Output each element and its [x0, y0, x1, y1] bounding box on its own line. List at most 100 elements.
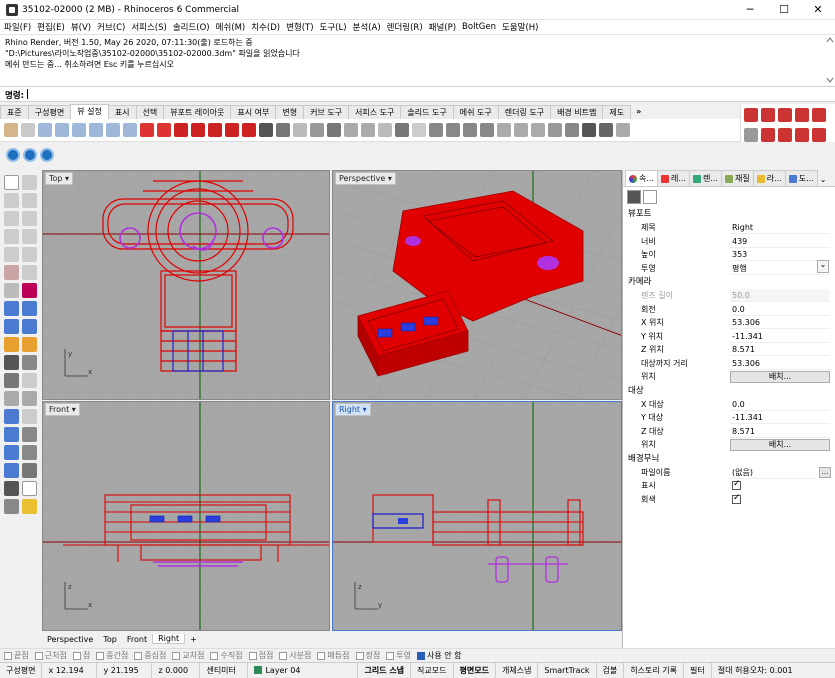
boolean-icon[interactable]: [4, 337, 19, 352]
camera-place-button[interactable]: 배치...: [730, 370, 830, 383]
tab-solid-tools[interactable]: 솔리드 도구: [400, 105, 454, 119]
layout-icon[interactable]: [4, 499, 19, 514]
camera-properties-icon[interactable]: [627, 190, 641, 204]
tab-select[interactable]: 선택: [135, 105, 165, 119]
osnap-option[interactable]: 투영: [386, 650, 411, 661]
zoom-target-icon[interactable]: [565, 123, 579, 137]
tab-mesh-tools[interactable]: 메쉬 도구: [452, 105, 499, 119]
orient-icon[interactable]: [395, 123, 409, 137]
panel-tab-properties[interactable]: 속...: [625, 170, 658, 186]
grid-snap-toggle[interactable]: 그리드 스냅: [358, 662, 412, 678]
command-history[interactable]: Rhino Render, 버전 1.50, May 26 2020, 07:1…: [0, 34, 835, 86]
menu-solid[interactable]: 솔리드(O): [173, 21, 210, 33]
panel-tab-render[interactable]: 렌...: [689, 170, 722, 186]
surface-icon[interactable]: [22, 283, 37, 298]
car-front-icon[interactable]: [191, 123, 205, 137]
mesh-icon[interactable]: [4, 319, 19, 334]
car-right-icon[interactable]: [208, 123, 222, 137]
line-icon[interactable]: [4, 193, 19, 208]
add-viewport-tab-button[interactable]: +: [185, 635, 202, 644]
menu-render[interactable]: 렌더링(R): [387, 21, 423, 33]
scale-icon[interactable]: [4, 445, 19, 460]
properties-icon[interactable]: [761, 108, 775, 122]
car-perspective-icon[interactable]: [225, 123, 239, 137]
osnap-toggle[interactable]: 개체스냅: [496, 662, 539, 678]
show-wallpaper-checkbox[interactable]: [732, 479, 741, 491]
material-icon[interactable]: [795, 108, 809, 122]
tab-standard[interactable]: 표준: [0, 105, 29, 119]
analyze-icon[interactable]: [22, 463, 37, 478]
osnap-checkbox[interactable]: [279, 651, 288, 660]
menu-curve[interactable]: 커브(C): [97, 21, 125, 33]
tilt-view-icon[interactable]: [344, 123, 358, 137]
osnap-checkbox[interactable]: [134, 651, 143, 660]
display-settings-icon[interactable]: [6, 148, 20, 162]
zoom-extents-icon[interactable]: [72, 123, 86, 137]
target-icon[interactable]: [293, 123, 307, 137]
redo-view-icon[interactable]: [157, 123, 171, 137]
zoom-window-icon[interactable]: [55, 123, 69, 137]
history-toggle[interactable]: 히스토리 기록: [624, 662, 684, 678]
move-icon[interactable]: [4, 391, 19, 406]
planar-toggle[interactable]: 평면모드: [454, 662, 496, 678]
fly-icon[interactable]: [599, 123, 613, 137]
viewport-tab-right[interactable]: Right: [152, 634, 186, 644]
rectangle-icon[interactable]: [4, 247, 19, 262]
curve-icon[interactable]: [4, 211, 19, 226]
arc-icon[interactable]: [22, 229, 37, 244]
menu-analyze[interactable]: 분석(A): [353, 21, 381, 33]
osnap-checkbox[interactable]: [248, 651, 257, 660]
wallpaper-filename-field[interactable]: (없음): [730, 466, 816, 479]
pan-icon[interactable]: [480, 123, 494, 137]
viewport-front[interactable]: Front ▾ z x: [42, 401, 330, 631]
swing-icon[interactable]: [463, 123, 477, 137]
spherical-icon[interactable]: [429, 123, 443, 137]
menu-mesh[interactable]: 메쉬(M): [216, 21, 246, 33]
osnap-checkbox[interactable]: [34, 651, 43, 660]
tab-curve-tools[interactable]: 커브 도구: [303, 105, 350, 119]
point-icon[interactable]: [22, 175, 37, 190]
car-top-icon[interactable]: [174, 123, 188, 137]
sphere-icon[interactable]: [22, 301, 37, 316]
osnap-checkbox[interactable]: [72, 651, 81, 660]
viewport-properties-icon[interactable]: [643, 190, 657, 204]
camera-z-field[interactable]: 8.571: [730, 343, 830, 357]
trim-icon[interactable]: [4, 355, 19, 370]
tab-render-tools[interactable]: 렌더링 도구: [497, 105, 552, 119]
history-scrollbar[interactable]: [826, 37, 834, 83]
panel-tab-layers[interactable]: 레...: [657, 170, 690, 186]
menu-surface[interactable]: 서피스(S): [131, 21, 167, 33]
freeform-curve-icon[interactable]: [22, 211, 37, 226]
layer-icon[interactable]: [744, 108, 758, 122]
osnap-checkbox[interactable]: [317, 651, 326, 660]
perspective-view-icon[interactable]: [531, 123, 545, 137]
mirror-icon[interactable]: [22, 427, 37, 442]
rotation-field[interactable]: 0.0: [730, 303, 830, 316]
projection-dropdown[interactable]: 평행: [730, 259, 830, 275]
viewport-height-field[interactable]: 353: [730, 248, 830, 262]
polyline-icon[interactable]: [22, 193, 37, 208]
target-x-field[interactable]: 0.0: [730, 398, 830, 411]
panel-tab-help[interactable]: 도...: [784, 170, 818, 186]
tab-background-bitmap[interactable]: 배경 비트맵: [550, 105, 604, 119]
osnap-option[interactable]: 중간점: [96, 650, 128, 661]
command-line[interactable]: 명령:: [0, 86, 835, 102]
viewport-title-field[interactable]: Right: [730, 221, 830, 235]
viewport-tab-top[interactable]: Top: [98, 635, 122, 644]
osnap-option[interactable]: 근처점: [34, 650, 67, 661]
browse-button[interactable]: ...: [819, 466, 831, 478]
circle-icon[interactable]: [4, 229, 19, 244]
minimize-button[interactable]: ─: [733, 0, 767, 20]
tab-drafting[interactable]: 제도: [602, 105, 632, 119]
osnap-checkbox[interactable]: [4, 651, 12, 660]
rotate-camera-icon[interactable]: [327, 123, 341, 137]
filter-toggle[interactable]: 필터: [684, 662, 712, 678]
cplane-status[interactable]: 구성평면: [0, 662, 43, 678]
fillet-icon[interactable]: [22, 337, 37, 352]
osnap-checkbox[interactable]: [210, 651, 219, 660]
viewport-tab-front[interactable]: Front: [122, 635, 152, 644]
zoom-out-icon[interactable]: [123, 123, 137, 137]
explode-icon[interactable]: [22, 373, 37, 388]
osnap-option[interactable]: 접점: [248, 650, 273, 661]
named-view-icon[interactable]: [276, 123, 290, 137]
